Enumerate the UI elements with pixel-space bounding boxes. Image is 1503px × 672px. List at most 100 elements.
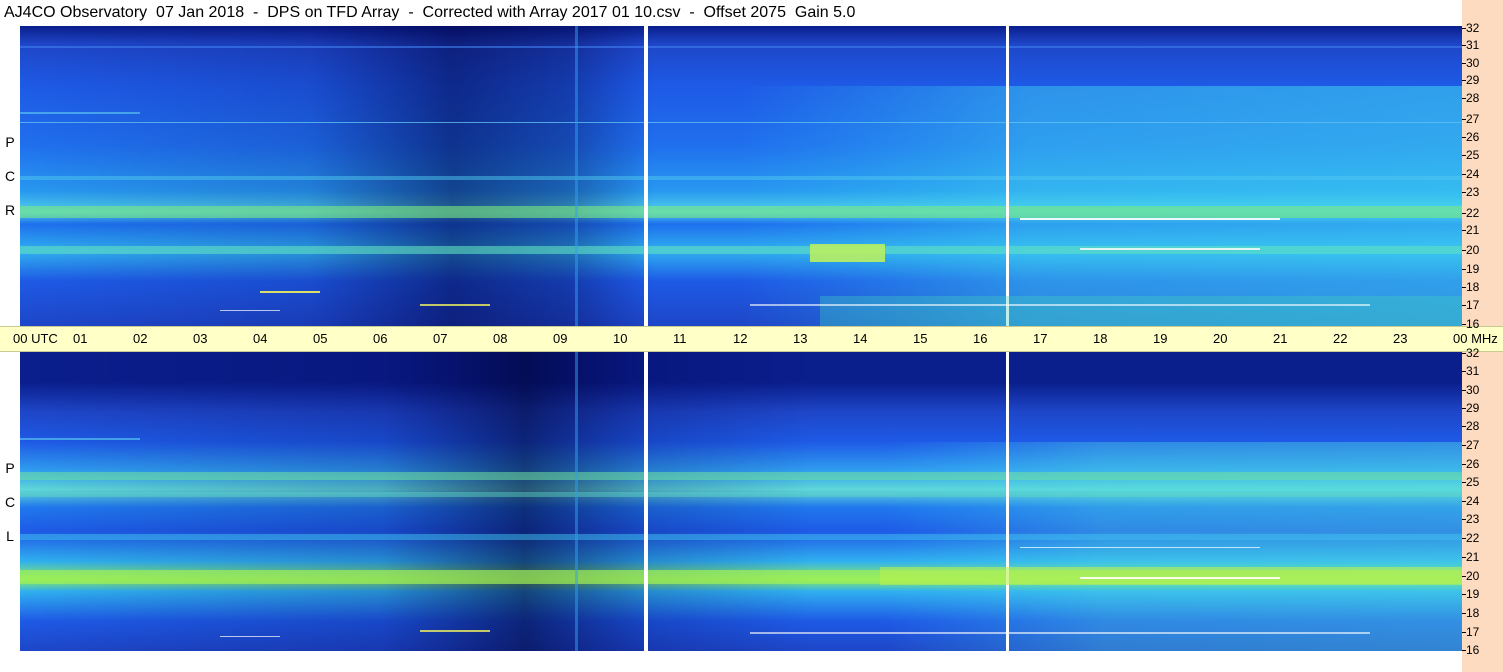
freq-tick-mark [1462, 557, 1466, 558]
bottom-margin [20, 651, 1462, 672]
lcp-label-letter: L [6, 528, 14, 544]
freq-tick-mark [1462, 119, 1466, 120]
freq-tick-mark [1462, 538, 1466, 539]
freq-tick-mark [1462, 230, 1466, 231]
time-tick: 07 [433, 331, 448, 346]
freq-tick: 32 [1466, 346, 1480, 360]
freq-tick-mark [1462, 576, 1466, 577]
time-axis: 00 UTC 01 02 03 04 05 06 07 08 09 10 11 … [0, 326, 1503, 352]
freq-tick-mark [1462, 63, 1466, 64]
time-tick: 16 [973, 331, 988, 346]
freq-tick: 29 [1466, 73, 1480, 87]
rcp-label-letter: P [5, 134, 15, 150]
rcp-label-letter: C [4, 168, 16, 184]
freq-tick: 26 [1466, 130, 1480, 144]
freq-tick-mark [1462, 650, 1466, 651]
freq-tick-mark [1462, 390, 1466, 391]
time-tick: 15 [913, 331, 928, 346]
freq-tick: 25 [1466, 475, 1480, 489]
time-tick: 02 [133, 331, 148, 346]
time-tick: 03 [193, 331, 208, 346]
lcp-label-letter: C [4, 494, 16, 510]
freq-tick: 28 [1466, 419, 1480, 433]
freq-tick: 30 [1466, 383, 1480, 397]
time-tick: 14 [853, 331, 868, 346]
freq-tick: 20 [1466, 243, 1480, 257]
freq-tick-mark [1462, 501, 1466, 502]
freq-tick: 30 [1466, 56, 1480, 70]
freq-tick: 22 [1466, 531, 1480, 545]
time-tick: 10 [613, 331, 628, 346]
freq-tick: 19 [1466, 262, 1480, 276]
freq-tick: 21 [1466, 550, 1480, 564]
freq-tick: 17 [1466, 298, 1480, 312]
freq-tick: 20 [1466, 569, 1480, 583]
time-tick: 22 [1333, 331, 1348, 346]
freq-tick: 26 [1466, 457, 1480, 471]
freq-tick: 16 [1466, 643, 1480, 657]
freq-tick-mark [1462, 287, 1466, 288]
freq-tick: 23 [1466, 512, 1480, 526]
freq-tick-mark [1462, 632, 1466, 633]
freq-tick-mark [1462, 155, 1466, 156]
time-tick: 20 [1213, 331, 1228, 346]
time-tick: 11 [673, 331, 687, 346]
time-tick: 17 [1033, 331, 1048, 346]
freq-tick: 17 [1466, 625, 1480, 639]
freq-tick-mark [1462, 445, 1466, 446]
rcp-label-letter: R [4, 202, 16, 218]
freq-tick-mark [1462, 426, 1466, 427]
time-tick: 01 [73, 331, 88, 346]
freq-tick: 18 [1466, 280, 1480, 294]
freq-tick-mark [1462, 519, 1466, 520]
freq-tick-mark [1462, 464, 1466, 465]
freq-tick-mark [1462, 98, 1466, 99]
freq-tick: 31 [1466, 364, 1480, 378]
freq-tick: 21 [1466, 223, 1480, 237]
freq-tick-mark [1462, 174, 1466, 175]
freq-tick-mark [1462, 269, 1466, 270]
freq-tick: 25 [1466, 148, 1480, 162]
rcp-spectrogram [20, 26, 1462, 326]
freq-tick-mark [1462, 353, 1466, 354]
freq-tick-mark [1462, 192, 1466, 193]
time-tick: 08 [493, 331, 508, 346]
time-tick: 12 [733, 331, 748, 346]
freq-tick: 23 [1466, 185, 1480, 199]
freq-tick: 27 [1466, 112, 1480, 126]
time-tick: 18 [1093, 331, 1108, 346]
freq-tick: 31 [1466, 38, 1480, 52]
freq-tick: 29 [1466, 401, 1480, 415]
time-tick: 21 [1273, 331, 1288, 346]
freq-tick-mark [1462, 305, 1466, 306]
freq-tick-mark [1462, 408, 1466, 409]
freq-tick-mark [1462, 80, 1466, 81]
freq-tick-mark [1462, 594, 1466, 595]
time-tick: 00 MHz [1453, 331, 1498, 346]
freq-tick-mark [1462, 482, 1466, 483]
freq-tick: 19 [1466, 587, 1480, 601]
time-tick: 23 [1393, 331, 1408, 346]
freq-tick-mark [1462, 28, 1466, 29]
lcp-spectrogram [20, 352, 1462, 651]
freq-tick-mark [1462, 250, 1466, 251]
freq-tick: 27 [1466, 438, 1480, 452]
freq-tick-mark [1462, 213, 1466, 214]
time-tick: 06 [373, 331, 388, 346]
freq-tick: 24 [1466, 167, 1480, 181]
time-tick: 09 [553, 331, 568, 346]
freq-tick-mark [1462, 45, 1466, 46]
freq-tick: 16 [1466, 317, 1480, 331]
freq-tick-mark [1462, 371, 1466, 372]
rcp-spectrogram-image [20, 26, 1462, 326]
freq-tick: 28 [1466, 91, 1480, 105]
lcp-spectrogram-image [20, 352, 1462, 651]
freq-tick: 18 [1466, 606, 1480, 620]
freq-tick: 24 [1466, 494, 1480, 508]
time-tick: 13 [793, 331, 808, 346]
freq-tick-mark [1462, 324, 1466, 325]
freq-tick: 32 [1466, 21, 1480, 35]
freq-tick: 22 [1466, 206, 1480, 220]
spectrogram-title: AJ4CO Observatory 07 Jan 2018 - DPS on T… [0, 0, 1462, 26]
time-tick: 19 [1153, 331, 1168, 346]
